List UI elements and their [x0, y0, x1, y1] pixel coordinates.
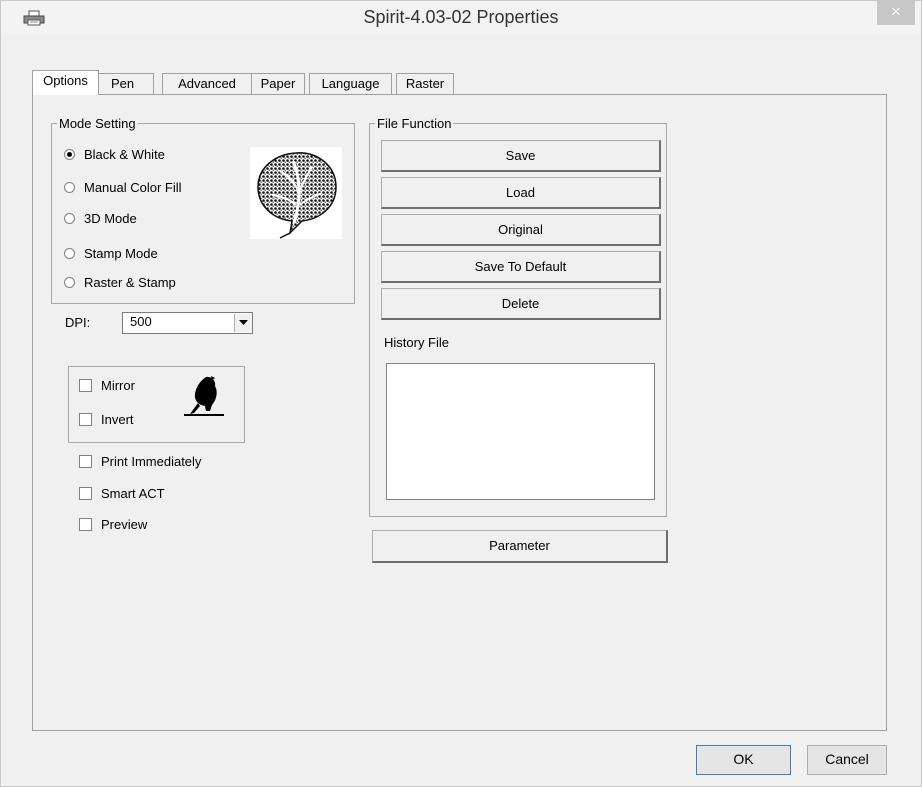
tab-raster[interactable]: Raster — [396, 73, 454, 94]
radio-3d-mode[interactable]: 3D Mode — [64, 210, 137, 228]
radio-label: 3D Mode — [84, 211, 137, 226]
history-file-label: History File — [384, 335, 450, 350]
tab-language[interactable]: Language — [309, 73, 392, 94]
window-title: Spirit-4.03-02 Properties — [363, 7, 559, 27]
print-immediately-checkbox[interactable]: Print Immediately — [79, 453, 201, 471]
radio-label: Black & White — [84, 147, 165, 162]
close-icon: × — [891, 2, 901, 21]
tab-pen[interactable]: Pen — [98, 73, 154, 94]
print-immediately-label: Print Immediately — [101, 454, 202, 469]
radio-icon[interactable] — [64, 277, 75, 289]
history-file-list[interactable] — [386, 363, 655, 500]
radio-label: Raster & Stamp — [84, 275, 176, 290]
checkbox-icon[interactable] — [79, 455, 92, 469]
mirror-label: Mirror — [101, 378, 135, 393]
invert-label: Invert — [101, 412, 134, 427]
radio-stamp-mode[interactable]: Stamp Mode — [64, 245, 158, 263]
dpi-label: DPI: — [65, 315, 91, 330]
bird-silhouette-image — [184, 376, 224, 416]
parameter-button[interactable]: Parameter — [372, 530, 668, 563]
radio-icon[interactable] — [64, 248, 75, 260]
checkbox-icon[interactable] — [79, 413, 92, 427]
radio-icon[interactable] — [64, 182, 75, 194]
invert-checkbox[interactable]: Invert — [79, 411, 134, 429]
leaf-halftone-image — [250, 147, 342, 239]
radio-label: Stamp Mode — [84, 246, 158, 261]
options-tab-panel: Mode Setting Black & White Manual Color … — [32, 94, 887, 731]
preview-checkbox[interactable]: Preview — [79, 516, 147, 534]
title-bar[interactable]: Spirit-4.03-02 Properties × — [1, 1, 921, 35]
file-function-legend: File Function — [377, 116, 452, 131]
radio-label: Manual Color Fill — [84, 180, 182, 195]
smart-act-checkbox[interactable]: Smart ACT — [79, 485, 165, 503]
checkbox-icon[interactable] — [79, 487, 92, 501]
radio-icon[interactable] — [64, 213, 75, 225]
checkbox-icon[interactable] — [79, 518, 92, 532]
mode-setting-legend: Mode Setting — [59, 116, 136, 131]
preview-label: Preview — [101, 517, 148, 532]
save-button[interactable]: Save — [381, 140, 661, 172]
properties-dialog: Spirit-4.03-02 Properties × Options Pen … — [0, 0, 922, 787]
ok-button[interactable]: OK — [696, 745, 791, 775]
original-button[interactable]: Original — [381, 214, 661, 246]
cancel-button[interactable]: Cancel — [807, 745, 887, 775]
chevron-down-icon — [239, 320, 248, 325]
radio-raster-stamp[interactable]: Raster & Stamp — [64, 274, 176, 292]
tab-options[interactable]: Options — [32, 70, 99, 95]
radio-black-white[interactable]: Black & White — [64, 146, 165, 164]
dpi-select[interactable]: 500 — [122, 312, 253, 334]
mirror-checkbox[interactable]: Mirror — [79, 377, 135, 395]
close-button[interactable]: × — [877, 1, 915, 25]
radio-manual-color-fill[interactable]: Manual Color Fill — [64, 179, 182, 197]
tab-paper[interactable]: Paper — [251, 73, 305, 94]
save-to-default-button[interactable]: Save To Default — [381, 251, 661, 283]
checkbox-icon[interactable] — [79, 379, 92, 393]
load-button[interactable]: Load — [381, 177, 661, 209]
delete-button[interactable]: Delete — [381, 288, 661, 320]
dpi-value: 500 — [130, 314, 152, 329]
radio-selected-icon[interactable] — [64, 149, 75, 161]
tab-advanced[interactable]: Advanced — [162, 73, 252, 94]
dpi-dropdown-button[interactable] — [234, 314, 252, 332]
smart-act-label: Smart ACT — [101, 486, 165, 501]
